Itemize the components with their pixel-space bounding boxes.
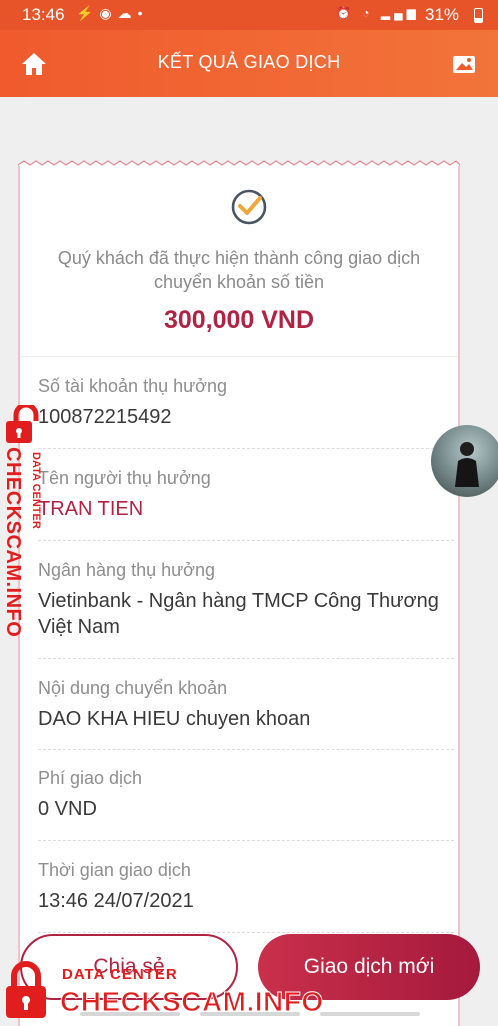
success-check-icon: [231, 189, 267, 225]
notification-icons: ⚡◉☁•: [76, 5, 149, 21]
app-bar: KẾT QUẢ GIAO DỊCH: [0, 30, 498, 97]
transaction-time-label: Thời gian giao dịch: [38, 860, 191, 880]
divider: [38, 658, 454, 659]
divider: [20, 356, 458, 357]
transfer-content-value: DAO KHA HIEU chuyen khoan: [38, 708, 311, 730]
transaction-time-value: 13:46 24/07/2021: [38, 890, 194, 912]
watermark-subtitle: DATA CENTER: [62, 966, 178, 983]
transfer-amount: 300,000 VND: [163, 306, 315, 334]
signal-icons: ⏰ ◔ ▂▄▆: [336, 6, 420, 20]
transaction-receipt: Quý khách đã thực hiện thành công giao d…: [18, 166, 460, 1026]
battery-percent: 31%: [425, 5, 460, 24]
battery-icon: [474, 8, 483, 23]
account-number-label: Số tài khoản thụ hưởng: [38, 376, 227, 396]
lock-watermark-icon: [6, 405, 39, 443]
lock-watermark-icon: [6, 961, 46, 1018]
beneficiary-name-value: TRAN TIEN: [38, 498, 144, 520]
image-icon[interactable]: [448, 48, 480, 80]
divider: [38, 749, 454, 750]
watermark-subtitle-vertical: DATA CENTER: [30, 452, 42, 529]
nav-indicator: [80, 1012, 180, 1016]
nav-indicator: [200, 1012, 300, 1016]
page-title: KẾT QUẢ GIAO DỊCH: [157, 52, 341, 72]
person-icon: [455, 442, 479, 487]
fee-label: Phí giao dịch: [38, 768, 143, 788]
transfer-content-label: Nội dung chuyển khoản: [38, 678, 228, 698]
divider: [38, 448, 454, 449]
divider: [38, 932, 454, 933]
beneficiary-bank-label: Ngân hàng thụ hưởng: [38, 560, 215, 580]
divider: [38, 840, 454, 841]
success-message: Quý khách đã thực hiện thành công giao d…: [57, 248, 421, 292]
status-bar: 13:46 ⚡◉☁• ⏰ ◔ ▂▄▆ 31%: [0, 0, 498, 30]
status-time: 13:46: [22, 5, 65, 24]
divider: [38, 540, 454, 541]
beneficiary-bank-value: Vietinbank - Ngân hàng TMCP Công Thương …: [38, 590, 439, 638]
fee-value: 0 VND: [38, 798, 97, 820]
beneficiary-name-label: Tên người thụ hưởng: [38, 468, 211, 488]
account-number-value: 100872215492: [38, 406, 172, 428]
nav-indicator: [320, 1012, 420, 1016]
watermark-brand-vertical: CHECKSCAM.INFO: [2, 447, 24, 638]
chat-head-avatar[interactable]: [431, 425, 498, 497]
